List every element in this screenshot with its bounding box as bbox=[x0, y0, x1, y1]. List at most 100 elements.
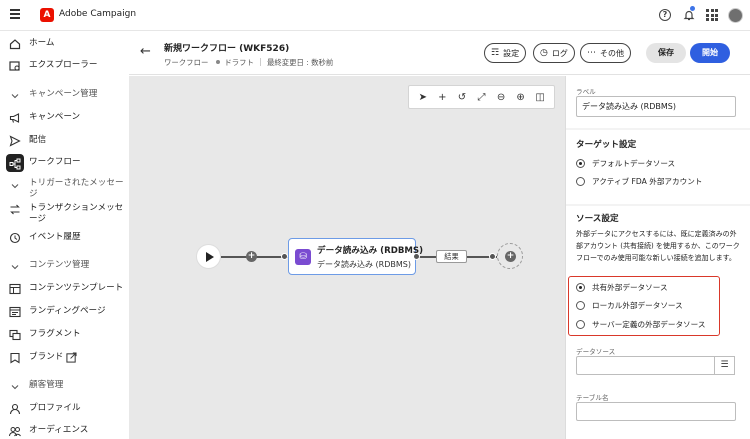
send-icon bbox=[9, 135, 21, 147]
more-icon: ⋯ bbox=[587, 48, 596, 58]
sidebar-item-label: ホーム bbox=[29, 38, 55, 48]
sidebar-item-home[interactable]: ホーム bbox=[0, 37, 129, 51]
datasource-caption: データソース bbox=[576, 348, 616, 356]
section-label: キャンペーン管理 bbox=[29, 89, 98, 99]
template-icon bbox=[9, 283, 21, 295]
radio-label: ローカル外部データソース bbox=[592, 301, 683, 310]
sidebar-item-workflows[interactable]: ワークフロー bbox=[0, 153, 129, 173]
zoom-in-icon[interactable]: ⊕ bbox=[514, 92, 528, 103]
sidebar-item-label: イベント履歴 bbox=[29, 232, 81, 242]
activity-title: データ読み込み (RDBMS) bbox=[317, 246, 424, 256]
workflow-meta: ワークフロー ドラフト 最終変更日 : 数秒前 bbox=[164, 57, 333, 68]
radio-selected-icon bbox=[576, 283, 585, 292]
radio-server-datasource[interactable]: サーバー定義の外部データソース bbox=[576, 319, 705, 330]
add-icon[interactable]: + bbox=[435, 92, 449, 103]
table-caption: テーブル名 bbox=[576, 394, 609, 402]
target-section: ターゲット設定 デフォルトデータソース アクティブ FDA 外部アカウント bbox=[566, 130, 750, 204]
zoom-out-icon[interactable]: ⊖ bbox=[494, 92, 508, 103]
start-button[interactable]: 開始 bbox=[690, 43, 730, 63]
canvas-toolbar: ➤ + ↺ ⤢ ⊖ ⊕ ◫ bbox=[408, 85, 555, 109]
save-button[interactable]: 保存 bbox=[646, 43, 686, 63]
history-icon bbox=[9, 232, 21, 244]
sidebar-item-brands[interactable]: ブランド bbox=[0, 351, 129, 365]
sidebar-item-profiles[interactable]: プロファイル bbox=[0, 402, 129, 416]
collapse-icon[interactable]: ⤢ bbox=[474, 92, 488, 103]
source-heading: ソース設定 bbox=[576, 214, 619, 224]
back-arrow-icon[interactable]: ← bbox=[140, 44, 151, 59]
last-modified: 最終変更日 : 数秒前 bbox=[266, 58, 334, 67]
app-switcher-icon[interactable] bbox=[706, 9, 718, 21]
sidebar-item-event-history[interactable]: イベント履歴 bbox=[0, 231, 129, 245]
radio-local-datasource[interactable]: ローカル外部データソース bbox=[576, 300, 683, 311]
sidebar-item-content-templates[interactable]: コンテンツテンプレート bbox=[0, 282, 129, 296]
settings-button[interactable]: ☶ 設定 bbox=[484, 43, 527, 63]
menu-icon[interactable] bbox=[10, 9, 20, 19]
load-data-activity[interactable]: ⛁ データ読み込み (RDBMS) データ読み込み (RDBMS) bbox=[288, 238, 423, 275]
sidebar-item-label: ワークフロー bbox=[29, 157, 81, 167]
add-activity-button[interactable]: + bbox=[505, 251, 516, 262]
add-activity-button[interactable]: + bbox=[246, 251, 257, 262]
sidebar-item-label: トランザクションメッセージ bbox=[29, 203, 124, 224]
workflow-type: ワークフロー bbox=[164, 58, 209, 67]
external-link-icon[interactable] bbox=[66, 352, 77, 363]
properties-panel: ラベル データ読み込み (RDBMS) ターゲット設定 デフォルトデータソース … bbox=[565, 76, 750, 439]
table-input[interactable] bbox=[576, 402, 736, 421]
sidebar-item-fragments[interactable]: フラグメント bbox=[0, 328, 129, 342]
section-campaign-management[interactable]: キャンペーン管理 bbox=[0, 88, 129, 102]
top-bar: A Adobe Campaign ? bbox=[0, 0, 750, 31]
brand-icon bbox=[10, 352, 20, 364]
datasource-input[interactable] bbox=[576, 356, 715, 375]
transaction-icon bbox=[10, 204, 20, 215]
logs-button[interactable]: ◷ ログ bbox=[533, 43, 575, 63]
chevron-down-icon bbox=[11, 385, 19, 390]
radio-selected-icon bbox=[576, 159, 585, 168]
transition-port bbox=[489, 253, 496, 260]
sidebar-item-explorer[interactable]: エクスプローラー bbox=[0, 59, 129, 73]
app-title: Adobe Campaign bbox=[59, 9, 137, 19]
more-button[interactable]: ⋯ その他 bbox=[580, 43, 631, 63]
start-node[interactable] bbox=[196, 244, 221, 269]
radio-label: アクティブ FDA 外部アカウント bbox=[592, 177, 703, 186]
sidebar-item-label: フラグメント bbox=[29, 329, 81, 339]
sidebar-item-campaigns[interactable]: キャンペーン bbox=[0, 111, 129, 125]
page-title: 新規ワークフロー (WKF526) bbox=[164, 44, 290, 54]
chevron-down-icon bbox=[11, 94, 19, 99]
minimap-icon[interactable]: ◫ bbox=[533, 92, 547, 103]
status-badge: ドラフト bbox=[224, 58, 254, 67]
chevron-down-icon bbox=[11, 184, 19, 189]
rearrange-icon[interactable]: ↺ bbox=[455, 92, 469, 103]
sidebar-item-label: ランディングページ bbox=[29, 306, 106, 316]
label-input[interactable]: データ読み込み (RDBMS) bbox=[576, 96, 736, 117]
radio-icon bbox=[576, 301, 585, 310]
sidebar-item-landing-pages[interactable]: ランディングページ bbox=[0, 305, 129, 319]
status-dot-icon bbox=[216, 60, 221, 64]
radio-label: 共有外部データソース bbox=[592, 283, 668, 292]
workflow-canvas[interactable]: ➤ + ↺ ⤢ ⊖ ⊕ ◫ + ⛁ データ読み込み (RDBMS) データ読み込… bbox=[129, 76, 565, 439]
radio-shared-datasource[interactable]: 共有外部データソース bbox=[576, 282, 668, 293]
settings-label: 設定 bbox=[503, 48, 520, 58]
audience-icon bbox=[9, 427, 21, 437]
megaphone-icon bbox=[9, 113, 20, 123]
target-heading: ターゲット設定 bbox=[576, 140, 637, 150]
section-triggered-messages[interactable]: トリガーされたメッセージ bbox=[0, 178, 129, 200]
sidebar-item-transactional-messages[interactable]: トランザクションメッセージ bbox=[0, 203, 129, 227]
section-label: トリガーされたメッセージ bbox=[29, 178, 124, 199]
radio-active-fda-account[interactable]: アクティブ FDA 外部アカウント bbox=[576, 176, 702, 187]
explorer-icon bbox=[9, 61, 20, 71]
avatar[interactable] bbox=[728, 8, 743, 23]
source-section: ソース設定 外部データにアクセスするには、既に定義済みの外部アカウント (共有接… bbox=[566, 206, 750, 439]
help-icon[interactable]: ? bbox=[659, 9, 671, 21]
select-tool-icon[interactable]: ➤ bbox=[416, 92, 430, 103]
datasource-picker-button[interactable]: ☰ bbox=[715, 356, 735, 375]
fragment-icon bbox=[9, 329, 21, 341]
section-customer-management[interactable]: 顧客管理 bbox=[0, 379, 129, 393]
sidebar-item-audiences[interactable]: オーディエンス bbox=[0, 424, 129, 438]
section-content-management[interactable]: コンテンツ管理 bbox=[0, 259, 129, 273]
sidebar-item-deliveries[interactable]: 配信 bbox=[0, 134, 129, 148]
source-description: 外部データにアクセスするには、既に定義済みの外部アカウント (共有接続) を使用… bbox=[576, 230, 740, 262]
section-label: 顧客管理 bbox=[29, 380, 64, 390]
radio-default-datasource[interactable]: デフォルトデータソース bbox=[576, 158, 675, 169]
output-label: 結果 bbox=[436, 250, 467, 263]
home-icon bbox=[9, 39, 21, 50]
label-caption: ラベル bbox=[576, 88, 596, 96]
